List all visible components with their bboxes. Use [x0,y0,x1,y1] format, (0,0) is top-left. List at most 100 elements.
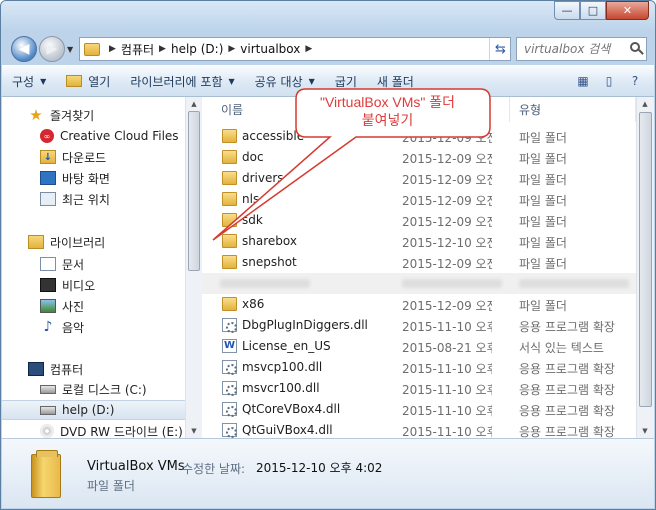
title-bar: — □ ✕ [1,1,655,31]
maximize-button[interactable]: □ [580,1,606,20]
view-grid-icon: ▦ [577,74,589,88]
table-row[interactable]: DbgPlugInDiggers.dll 2015-11-10 오후 응용 프로그램… [202,315,636,336]
recent-pages-dropdown[interactable]: ▼ [67,45,73,54]
nav-computer[interactable]: 컴퓨터 [2,359,185,379]
nav-item-creative-cloud[interactable]: ∞ Creative Cloud Files [2,126,185,146]
address-bar[interactable]: ▶ 컴퓨터 ▶ help (D:) ▶ virtualbox ▶ [79,37,511,61]
nav-item-drive-e[interactable]: DVD RW 드라이브 (E:) [2,421,185,438]
help-icon: ? [631,74,639,88]
scroll-down-icon[interactable]: ▼ [186,424,202,438]
star-icon: ★ [29,106,43,124]
table-row[interactable]: x86 2015-12-09 오전 파일 폴더 [202,294,636,315]
table-row[interactable]: nls 2015-12-09 오전 파일 폴더 [202,189,636,210]
nav-item-label: Creative Cloud Files [60,129,179,143]
search-input[interactable] [524,42,624,56]
nav-item-pictures[interactable]: 사진 [2,296,185,316]
chevron-right-icon[interactable]: ▶ [109,44,116,54]
new-folder-button[interactable]: 새 폴더 [367,66,424,96]
nav-item-downloads[interactable]: ↓ 다운로드 [2,147,185,167]
breadcrumb-folder[interactable]: virtualbox [240,42,300,56]
open-button[interactable]: 열기 [56,66,120,96]
nav-computer-label: 컴퓨터 [50,362,84,377]
scrollbar-thumb[interactable] [188,111,200,271]
table-row[interactable]: drivers 2015-12-09 오전 파일 폴더 [202,168,636,189]
folder-icon [222,234,237,248]
table-row[interactable]: sharebox 2015-12-10 오전 파일 폴더 [202,231,636,252]
folder-icon [222,192,237,206]
table-row[interactable]: QtCoreVBox4.dll 2015-11-10 오후 응용 프로그램 확장 [202,399,636,420]
file-date: 2015-12-09 오전 [402,173,492,187]
file-name: accessible [242,129,305,143]
organize-label: 구성 [12,74,35,89]
details-modified-value: 2015-12-10 오후 4:02 [256,461,383,475]
table-row[interactable] [202,273,636,294]
column-header-label: 이름 [221,103,244,117]
nav-item-videos[interactable]: 비디오 [2,275,185,295]
scroll-up-icon[interactable]: ▲ [637,97,653,111]
breadcrumb-drive[interactable]: help (D:) [171,42,223,56]
minimize-button[interactable]: — [554,1,580,20]
search-box[interactable] [516,37,647,61]
caret-down-icon: ▼ [40,76,47,86]
file-date: 2015-11-10 오후 [402,320,492,334]
nav-item-drive-c[interactable]: 로컬 디스크 (C:) [2,379,185,399]
open-label: 열기 [88,74,111,89]
breadcrumb-computer[interactable]: 컴퓨터 [121,41,154,58]
burn-button[interactable]: 굽기 [325,66,367,96]
file-name: doc [242,150,264,164]
file-type: 파일 폴더 [519,257,567,271]
explorer-window: — □ ✕ ◀ ▶ ▼ ▶ 컴퓨터 ▶ help (D:) ▶ virtualb… [0,0,656,510]
chevron-right-icon[interactable]: ▶ [305,44,312,54]
search-icon[interactable] [630,42,640,52]
file-date: 2015-08-21 오후 [402,341,492,355]
help-button[interactable]: ? [626,72,644,90]
refresh-button[interactable]: ⇆ [489,38,511,60]
file-name: nls [242,192,260,206]
file-type: 파일 폴더 [519,194,567,208]
change-view-button[interactable]: ▦ [574,72,592,90]
chevron-right-icon[interactable]: ▶ [228,44,235,54]
file-date: 2015-11-10 오후 [402,425,492,438]
table-row[interactable]: doc 2015-12-09 오전 파일 폴더 [202,147,636,168]
dll-icon [222,402,237,417]
scroll-up-icon[interactable]: ▲ [186,97,202,111]
column-header-type[interactable]: 유형 [510,97,636,122]
nav-item-desktop[interactable]: 바탕 화면 [2,168,185,188]
forward-button[interactable]: ▶ [39,36,65,62]
table-row[interactable]: sdk 2015-12-09 오전 파일 폴더 [202,210,636,231]
table-row[interactable]: QtGuiVBox4.dll 2015-11-10 오후 응용 프로그램 확장 [202,420,636,438]
include-in-library-menu[interactable]: 라이브러리에 포함 ▼ [120,66,244,96]
nav-item-documents[interactable]: 문서 [2,254,185,274]
file-type: 파일 폴더 [519,215,567,229]
folder-icon [66,75,83,87]
computer-icon [28,362,44,376]
preview-pane-button[interactable]: ▯ [600,72,618,90]
folder-icon [222,297,237,311]
nav-item-recent-places[interactable]: 최근 위치 [2,189,185,209]
table-row[interactable]: msvcp100.dll 2015-11-10 오후 응용 프로그램 확장 [202,357,636,378]
caret-down-icon: ▼ [228,76,235,86]
redacted-cell [519,279,629,288]
table-row[interactable]: License_en_US 2015-08-21 오후 서식 있는 텍스트 [202,336,636,357]
nav-item-music[interactable]: ♪ 음악 [2,317,185,337]
nav-libraries[interactable]: 라이브러리 [2,232,185,252]
file-list-scrollbar[interactable]: ▲ ▼ [636,97,654,438]
organize-menu[interactable]: 구성 ▼ [2,66,56,96]
table-row[interactable]: snepshot 2015-12-09 오전 파일 폴더 [202,252,636,273]
dll-icon [222,423,237,438]
nav-favorites[interactable]: ★ 즐겨찾기 [2,105,185,125]
share-with-menu[interactable]: 공유 대상 ▼ [245,66,325,96]
window-controls: — □ ✕ [554,1,649,20]
back-button[interactable]: ◀ [11,36,37,62]
scroll-down-icon[interactable]: ▼ [637,424,653,438]
desktop-icon [40,171,56,185]
table-row[interactable]: accessible 2015-12-09 오전 파일 폴더 [202,126,636,147]
table-row[interactable]: msvcr100.dll 2015-11-10 오후 응용 프로그램 확장 [202,378,636,399]
burn-label: 굽기 [334,74,357,89]
navigation-scrollbar[interactable]: ▲ ▼ [185,97,202,438]
scrollbar-thumb[interactable] [639,112,652,407]
chevron-right-icon[interactable]: ▶ [159,44,166,54]
nav-item-drive-d[interactable]: help (D:) [2,400,185,420]
file-type: 응용 프로그램 확장 [519,425,615,438]
close-button[interactable]: ✕ [606,1,649,20]
